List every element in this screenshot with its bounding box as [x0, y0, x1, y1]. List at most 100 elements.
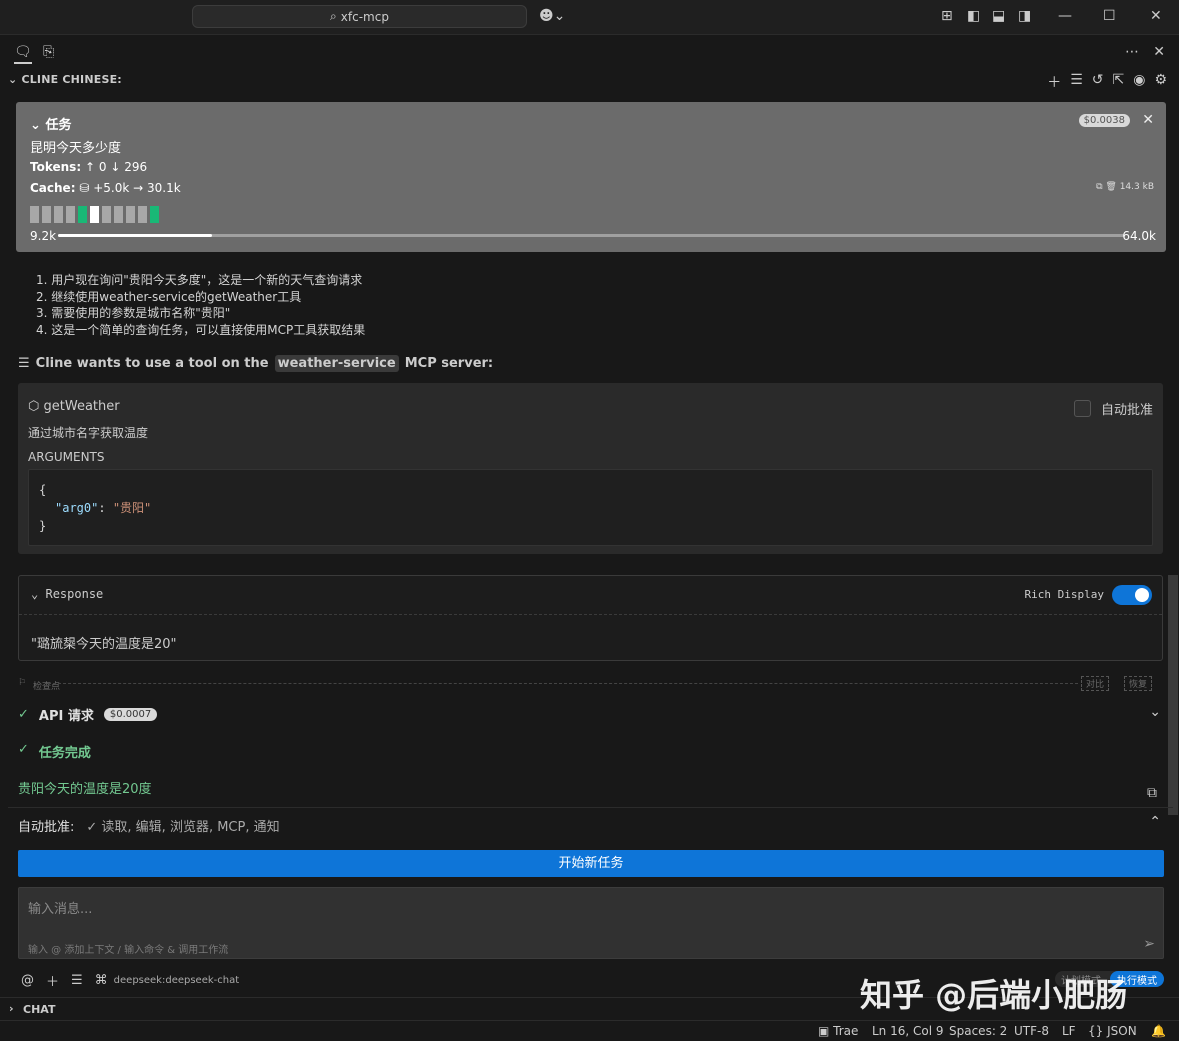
tool-name-row: ⬡ getWeather — [28, 399, 120, 414]
indentation[interactable]: Spaces: 2 — [949, 1024, 1007, 1038]
bell-icon[interactable]: 🔔 — [1151, 1024, 1166, 1038]
command-center[interactable]: ⌕ xfc-mcp — [192, 5, 527, 28]
maximize-icon[interactable]: ☐ — [1103, 8, 1116, 24]
cache-row: Cache: ⛁ +5.0k → 30.1k — [30, 181, 181, 195]
check-icon: ✓ — [18, 707, 29, 722]
mention-icon[interactable]: @ — [21, 973, 34, 988]
tokens-in: 0 — [98, 160, 107, 174]
cache-read: 30.1k — [147, 181, 181, 195]
toggle-primary-sidebar-icon[interactable]: ◧ — [967, 8, 980, 24]
server-icon[interactable]: ☰ — [71, 973, 83, 988]
server-icon: ☰ — [18, 356, 30, 371]
tool-card: ⬡ getWeather 自动批准 通过城市名字获取温度 ARGUMENTS {… — [18, 383, 1163, 554]
toggle-panel-icon[interactable]: ⬓ — [992, 8, 1005, 24]
context-block — [114, 206, 123, 223]
send-icon[interactable]: ➢ — [1143, 936, 1155, 952]
chevron-down-icon: ⌄ — [8, 73, 18, 86]
close-window-icon[interactable]: ✕ — [1150, 8, 1162, 24]
response-card: ⌄ Response Rich Display "璐旈槼今天的温度是20" — [18, 575, 1163, 661]
language-mode[interactable]: {} JSON — [1088, 1024, 1137, 1038]
new-task-button[interactable]: 开始新任务 — [18, 850, 1164, 877]
close-task-icon[interactable]: ✕ — [1142, 112, 1154, 128]
restore-button[interactable]: 恢复 — [1124, 676, 1153, 691]
auto-approve-bar[interactable]: 自动批准: ✓ 读取, 编辑, 浏览器, MCP, 通知 — [18, 816, 280, 835]
search-icon: ⌕ — [330, 9, 337, 23]
rich-display-toggle[interactable] — [1112, 585, 1152, 605]
trae-status[interactable]: ▣ Trae — [818, 1024, 858, 1038]
gear-icon[interactable]: ⚙ — [1154, 72, 1167, 92]
code-line: { — [39, 483, 47, 497]
chevron-down-icon[interactable]: ⌄ — [1149, 704, 1161, 720]
chevron-right-icon: › — [9, 1002, 14, 1015]
completion-result: 贵阳今天的温度是20度 — [18, 782, 152, 797]
title-bar: ⌕ xfc-mcp ☻⌄ ⊞ ◧ ⬓ ◨ — ☐ ✕ — [0, 0, 1179, 35]
task-title: 任务 — [45, 118, 72, 133]
customize-layout-icon[interactable]: ⊞ — [941, 8, 953, 24]
auto-approve-checkbox[interactable] — [1073, 400, 1091, 417]
plus-icon[interactable]: ＋ — [46, 971, 59, 990]
task-title-row[interactable]: ⌄ 任务 — [30, 114, 71, 133]
close-panel-icon[interactable]: ✕ — [1153, 44, 1165, 60]
encoding[interactable]: UTF-8 — [1014, 1024, 1049, 1038]
server-icon[interactable]: ☰ — [1070, 72, 1083, 92]
message-input[interactable]: 输入消息... 输入 @ 添加上下文 / 输入命令 & 调用工作流 ➢ — [18, 887, 1164, 959]
minimize-icon[interactable]: — — [1058, 8, 1072, 24]
cursor-position[interactable]: Ln 16, Col 9 — [872, 1024, 944, 1038]
response-header[interactable]: ⌄ Response — [31, 587, 103, 601]
task-complete-label: 任务完成 — [38, 746, 91, 761]
tool-request-suffix: MCP server: — [404, 356, 494, 371]
context-block — [54, 206, 63, 223]
list-item: 4. 这是一个简单的查询任务，可以直接使用MCP工具获取结果 — [36, 322, 366, 337]
plus-icon[interactable]: ＋ — [1047, 72, 1061, 92]
cache-write: +5.0k — [93, 181, 130, 195]
cost-badge: $0.0038 — [1078, 114, 1130, 127]
input-toolbar: @ ＋ ☰ ⌘ deepseek:deepseek-chat — [21, 971, 239, 990]
copy-icon[interactable]: ⧉ — [1147, 785, 1157, 801]
history-icon[interactable]: ↺ — [1092, 72, 1104, 92]
trash-icon[interactable]: 🗑 — [1105, 182, 1116, 192]
line-ending[interactable]: LF — [1062, 1024, 1076, 1038]
popout-icon[interactable]: ⇱ — [1112, 72, 1124, 92]
task-size-row: ⧉ 🗑 14.3 kB — [1096, 182, 1154, 192]
auto-approve-items: ✓ 读取, 编辑, 浏览器, MCP, 通知 — [86, 820, 280, 835]
arguments-label: ARGUMENTS — [28, 450, 105, 464]
model-selector[interactable]: deepseek:deepseek-chat — [114, 975, 239, 986]
code-line: } — [39, 519, 47, 533]
watermark: 知乎 @后端小肥肠 — [860, 976, 1128, 1014]
chat-view-icon[interactable]: 🗨 — [14, 44, 32, 60]
notes-view-icon[interactable]: ⎘ — [43, 44, 54, 60]
task-header: ⌄ 任务 $0.0038 ✕ 昆明今天多少度 Tokens: ↑ 0 ↓ 296… — [16, 102, 1166, 252]
chevron-up-icon[interactable]: ⌃ — [1149, 814, 1161, 830]
tokens-out: 296 — [124, 160, 148, 174]
context-blocks — [30, 206, 159, 223]
context-bar-fill — [58, 234, 212, 237]
arrow-down-icon: ↓ — [110, 160, 121, 174]
check-icon: ✓ — [18, 742, 29, 757]
copilot-icon[interactable]: ☻⌄ — [539, 8, 565, 24]
copy-icon[interactable]: ⧉ — [1096, 182, 1102, 192]
more-actions-icon[interactable]: ⋯ — [1125, 44, 1139, 60]
context-block — [42, 206, 51, 223]
cube-icon: ⬡ — [28, 399, 40, 414]
tool-request-header: ☰ Cline wants to use a tool on the weath… — [18, 355, 493, 372]
arrow-right-icon: → — [133, 181, 144, 195]
toggle-secondary-sidebar-icon[interactable]: ◨ — [1018, 8, 1031, 24]
api-request-row[interactable]: ✓ API 请求 $0.0007 — [18, 705, 158, 724]
api-request-label: API 请求 — [38, 709, 94, 724]
database-icon: ⛁ — [79, 181, 90, 195]
context-block — [90, 206, 99, 223]
list-item: 1. 用户现在询问"贵阳今天多度"，这是一个新的天气查询请求 — [36, 273, 363, 287]
compare-button[interactable]: 对比 — [1081, 676, 1110, 691]
account-icon[interactable]: ◉ — [1133, 72, 1145, 92]
auto-approve-toggle[interactable]: 自动批准 — [1073, 399, 1153, 418]
server-name: weather-service — [274, 355, 399, 372]
scrollbar[interactable] — [1168, 575, 1178, 815]
auto-approve-label: 自动批准 — [1100, 403, 1153, 418]
auto-approve-bar-label: 自动批准: — [18, 820, 75, 835]
trae-label: Trae — [833, 1024, 859, 1038]
cache-label: Cache: — [30, 181, 76, 195]
panel-header[interactable]: ⌄ CLINE CHINESE: — [8, 73, 122, 86]
chevron-down-icon: ⌄ — [31, 587, 39, 601]
arrow-up-icon: ↑ — [84, 160, 96, 174]
trae-icon: ▣ — [818, 1024, 830, 1038]
